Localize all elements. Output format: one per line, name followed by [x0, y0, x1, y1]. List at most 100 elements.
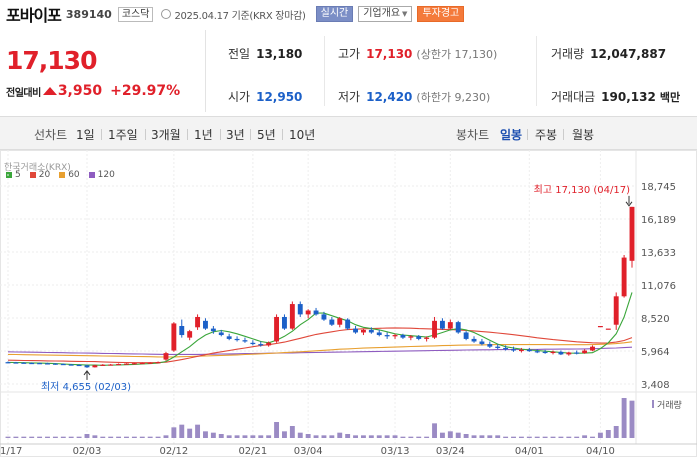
candle-body: [305, 310, 311, 315]
stat-high: 고가 17,130 (상한가 17,130): [338, 45, 497, 62]
divider: [282, 129, 283, 140]
candle-body: [147, 362, 153, 364]
company-info-label: 기업개요: [363, 8, 401, 19]
candle-chart-label: 봉차트: [456, 128, 490, 142]
candle-body: [424, 337, 430, 339]
candle-body: [321, 314, 327, 320]
stat-low: 저가 12,420 (하한가 9,230): [338, 88, 490, 105]
tab-weekly[interactable]: 주봉: [535, 126, 557, 143]
candle-body: [84, 365, 90, 368]
volume-bar: [187, 428, 193, 438]
investment-warning-badge[interactable]: 투자경고: [417, 6, 465, 22]
candle-body: [226, 336, 232, 339]
candle-body: [582, 350, 588, 354]
candle-body: [353, 328, 358, 333]
volume-bar: [447, 431, 453, 438]
candle-body: [384, 335, 390, 337]
stat-value: 12,047,887: [590, 47, 667, 61]
volume-bar: [171, 427, 177, 438]
range-1w[interactable]: 1주일: [108, 126, 138, 143]
candle-body: [487, 344, 493, 347]
upper-limit: (상한가 17,130): [416, 48, 498, 61]
company-info-dropdown[interactable]: 기업개요 ▼: [358, 6, 413, 22]
range-1d[interactable]: 1일: [76, 126, 95, 143]
current-price: 17,130: [6, 46, 97, 75]
volume-bar: [337, 432, 343, 438]
clock-icon: [161, 9, 172, 19]
volume-bar: [439, 432, 445, 438]
volume-bar: [534, 436, 540, 438]
volume-bar: [76, 436, 82, 438]
divider: [324, 36, 325, 106]
candle-body: [392, 335, 398, 337]
volume-bar: [100, 436, 106, 438]
min-price-label: 최저 4,655 (02/03): [41, 381, 131, 393]
volume-bar: [345, 434, 351, 438]
candle-body: [68, 364, 74, 366]
range-3y[interactable]: 3년: [226, 126, 245, 143]
candle-body: [258, 344, 264, 346]
candle-body: [542, 351, 548, 354]
volume-bar: [526, 436, 532, 438]
volume-legend-swatch: [652, 400, 654, 408]
candle-body: [337, 318, 343, 325]
change-percent: +29.97%: [110, 83, 181, 99]
candle-body: [526, 349, 532, 352]
volume-bar: [124, 436, 129, 438]
volume-bar: [13, 436, 19, 438]
volume-legend-label: 거래량: [657, 399, 682, 411]
range-5y[interactable]: 5년: [257, 126, 276, 143]
volume-bar: [605, 430, 611, 438]
range-3m[interactable]: 3개월: [151, 126, 181, 143]
stat-label: 저가: [338, 90, 361, 104]
range-10y[interactable]: 10년: [289, 126, 315, 143]
max-price-label: 최고 17,130 (04/17): [534, 184, 630, 196]
candlestick-chart[interactable]: 18,745 16,189 13,633 11,076 8,520 5,964 3,408 0…: [0, 150, 697, 457]
candle-body: [597, 326, 603, 328]
candle-body: [471, 338, 477, 342]
divider: [527, 129, 528, 140]
volume-bar: [495, 435, 501, 438]
stock-name[interactable]: 포바이포: [6, 2, 62, 26]
stock-header: 포바이포 389140 코스닥 2025.04.17 기준(KRX 장마감) 실…: [0, 0, 697, 28]
volume-bar: [139, 436, 145, 438]
x-tick-label: 03/13: [381, 446, 410, 457]
volume-bar: [558, 436, 564, 438]
change-label: 전일대비: [6, 87, 41, 99]
volume-bar: [550, 436, 556, 438]
range-1y[interactable]: 1년: [194, 126, 213, 143]
candle-body: [345, 319, 351, 329]
volume-bar: [597, 432, 603, 438]
candle-body: [282, 316, 287, 329]
realtime-button[interactable]: 실시간: [315, 6, 354, 22]
candle-body: [5, 362, 11, 364]
volume-bar: [68, 436, 74, 438]
volume-bar: [242, 435, 248, 438]
tab-monthly[interactable]: 월봉: [572, 126, 594, 143]
volume-bar: [195, 424, 201, 438]
volume-bar: [116, 436, 122, 438]
tab-daily[interactable]: 일봉: [500, 126, 522, 143]
candle-body: [45, 363, 50, 365]
volume-bar: [432, 423, 437, 438]
chart-toolbar: 선차트 1일 1주일 3개월 1년 3년 5년 10년 봉차트 일봉 주봉 월봉: [0, 116, 697, 150]
volume-bar: [21, 436, 27, 438]
candle-body: [463, 332, 469, 339]
divider: [536, 36, 537, 106]
candle-body: [495, 346, 501, 348]
volume-bar: [226, 435, 232, 438]
candle-body: [155, 362, 161, 364]
volume-bar: [84, 434, 90, 438]
candle-body: [297, 304, 303, 315]
volume-bar: [289, 426, 295, 438]
volume-bar: [479, 435, 485, 438]
volume-bar: [218, 434, 224, 438]
volume-bar: [321, 435, 327, 438]
volume-bar: [503, 436, 509, 438]
volume-bar: [258, 435, 264, 438]
candle-body: [439, 320, 445, 329]
volume-bar: [574, 436, 580, 438]
candle-body: [203, 320, 208, 329]
stat-label: 전일: [228, 47, 251, 61]
volume-bar: [163, 435, 169, 438]
